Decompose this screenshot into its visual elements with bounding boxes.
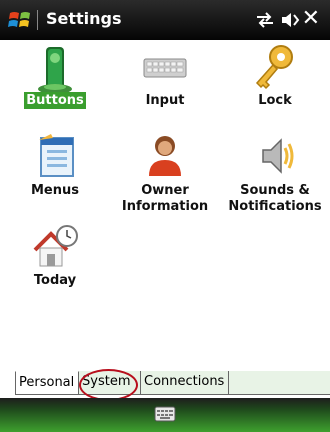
buttons-icon [38, 47, 72, 94]
settings-item-label: Input [145, 93, 185, 108]
volume-icon[interactable] [280, 10, 302, 30]
tab-strip-filler [229, 371, 330, 395]
settings-item-today[interactable]: Today [0, 220, 110, 300]
title-separator [37, 10, 38, 30]
settings-item-lock[interactable]: Lock [220, 40, 330, 120]
menus-icon [39, 134, 74, 177]
settings-item-menus[interactable]: Menus [0, 130, 110, 210]
settings-item-label: Menus [30, 183, 79, 198]
settings-item-label: Today [33, 273, 77, 288]
start-logo-icon[interactable] [8, 9, 32, 31]
title-bar: Settings ✕ [0, 0, 330, 40]
keyboard-toggle-icon[interactable] [154, 405, 176, 423]
settings-item-input[interactable]: Input [110, 40, 220, 120]
today-icon [33, 225, 78, 267]
sounds-icon [262, 138, 294, 174]
tab-personal[interactable]: Personal [15, 371, 79, 395]
settings-item-label: Sounds & Notifications [228, 183, 322, 214]
connectivity-icon[interactable] [254, 10, 276, 30]
tab-connections[interactable]: Connections [141, 371, 229, 395]
settings-item-label: Owner Information [121, 183, 209, 214]
settings-item-label: Lock [258, 93, 292, 108]
settings-item-buttons[interactable]: Buttons [0, 40, 110, 120]
settings-item-sounds-notifications[interactable]: Sounds & Notifications [220, 130, 330, 214]
close-icon[interactable]: ✕ [302, 6, 320, 32]
page-title: Settings [46, 9, 122, 28]
highlight-annotation [79, 369, 138, 401]
key-icon [255, 45, 293, 90]
owner-icon [149, 136, 181, 176]
settings-item-owner-information[interactable]: Owner Information [110, 130, 220, 214]
keyboard-icon [143, 58, 187, 78]
settings-item-label: Buttons [24, 92, 86, 109]
